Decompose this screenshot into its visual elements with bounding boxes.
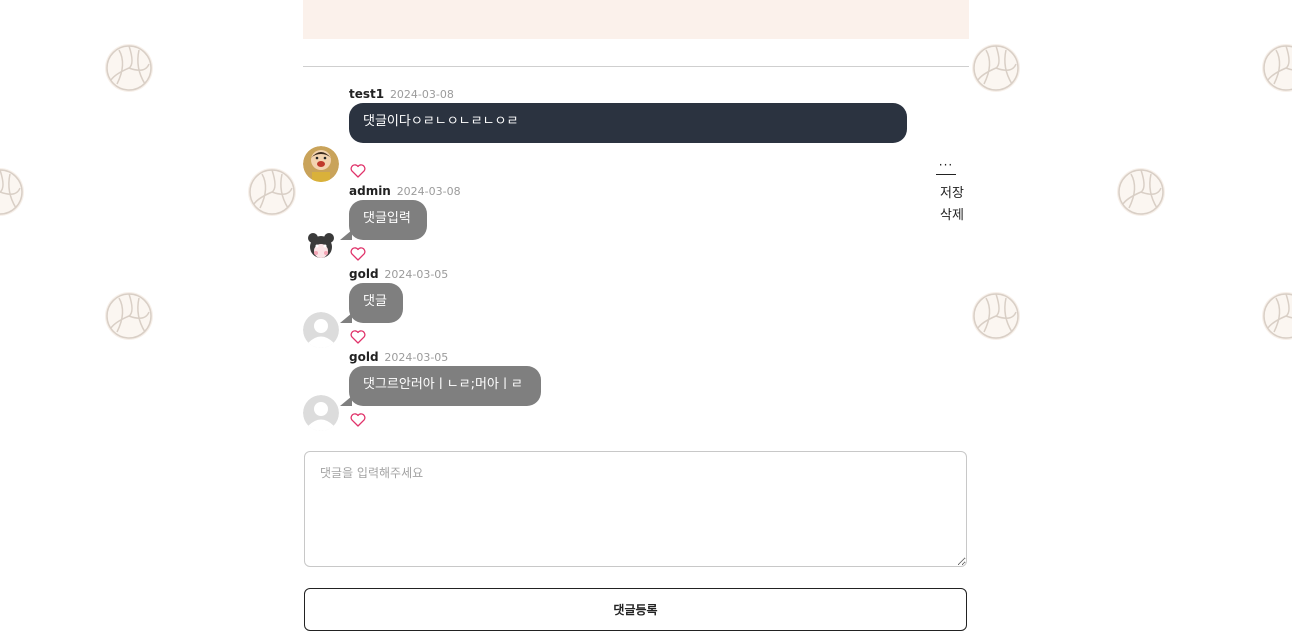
heart-icon[interactable] <box>350 246 366 261</box>
divider <box>303 66 969 67</box>
delete-menu-item[interactable]: 삭제 <box>940 204 964 223</box>
volleyball-icon <box>972 292 1020 340</box>
comment-meta: admin 2024-03-08 <box>349 184 461 199</box>
volleyball-icon <box>972 44 1020 92</box>
comment-meta: gold 2024-03-05 <box>349 350 448 365</box>
comment-author: gold <box>349 267 379 281</box>
comment-author: gold <box>349 350 379 364</box>
bubble-tail <box>340 230 352 240</box>
save-menu-item[interactable]: 저장 <box>940 182 964 201</box>
comment-text: 댓글이다ㅇㄹㄴㅇㄴㄹㄴㅇㄹ <box>363 114 519 129</box>
default-user-avatar <box>303 395 339 431</box>
comment-meta: test1 2024-03-08 <box>349 87 454 102</box>
comment-date: 2024-03-05 <box>384 351 449 364</box>
volleyball-icon <box>105 292 153 340</box>
more-options-icon[interactable]: ··· <box>936 159 956 175</box>
comment-text: 댓글입력 <box>363 211 411 226</box>
top-band <box>303 0 969 39</box>
volleyball-icon <box>0 168 24 216</box>
volleyball-icon <box>1262 292 1292 340</box>
comment-author: test1 <box>349 87 385 101</box>
comment-date: 2024-03-05 <box>384 268 449 281</box>
comment-input[interactable] <box>304 451 967 567</box>
comment-author: admin <box>349 184 391 198</box>
crayon-shin-chan-avatar <box>303 146 339 182</box>
comment-text: 댓글 <box>363 294 387 309</box>
comment-bubble: 댓글입력 <box>349 200 427 240</box>
bubble-tail <box>340 396 352 406</box>
comment-section: test1 2024-03-08 댓글이다ㅇㄹㄴㅇㄴㄹㄴㅇㄹ admin 202… <box>303 0 969 643</box>
comment-bubble: 댓그르안러아ㅣㄴㄹ;머아ㅣㄹ <box>349 366 541 406</box>
submit-comment-button[interactable]: 댓글등록 <box>304 588 967 631</box>
volleyball-icon <box>1262 44 1292 92</box>
default-user-avatar <box>303 312 339 348</box>
comment-date: 2024-03-08 <box>389 88 454 101</box>
comment-text: 댓그르안러아ㅣㄴㄹ;머아ㅣㄹ <box>363 377 523 392</box>
comment-bubble: 댓글이다ㅇㄹㄴㅇㄴㄹㄴㅇㄹ <box>349 103 907 143</box>
heart-icon[interactable] <box>350 412 366 427</box>
volleyball-icon <box>248 168 296 216</box>
cartoon-character-avatar <box>303 229 339 265</box>
volleyball-icon <box>1117 168 1165 216</box>
comment-meta: gold 2024-03-05 <box>349 267 448 282</box>
comment-bubble: 댓글 <box>349 283 403 323</box>
bubble-tail <box>340 313 352 323</box>
comment-date: 2024-03-08 <box>396 185 461 198</box>
volleyball-icon <box>105 44 153 92</box>
heart-icon[interactable] <box>350 163 366 178</box>
heart-icon[interactable] <box>350 329 366 344</box>
